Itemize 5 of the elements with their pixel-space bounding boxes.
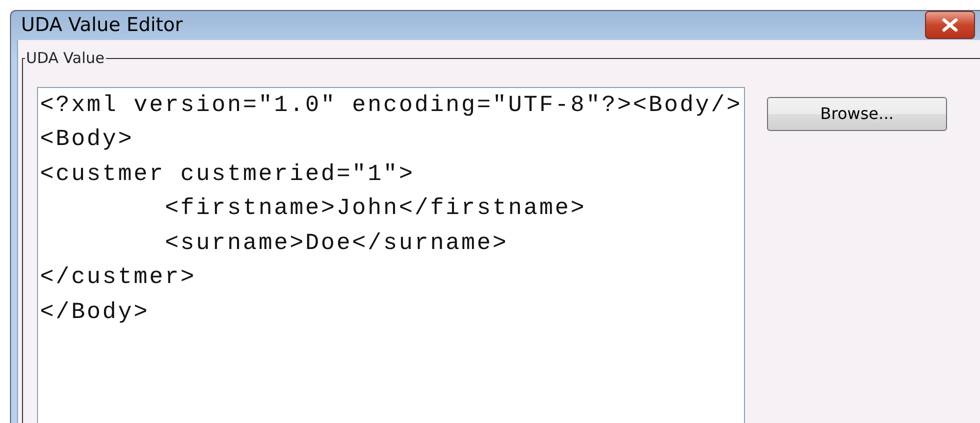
close-icon [941,18,959,32]
browse-button[interactable]: Browse... [767,96,947,130]
xml-text-area[interactable]: <?xml version="1.0" encoding="UTF-8"?><Body/> <Body> <custmer custmeried="1"> <firstname>John</firstname> <surname>Doe</surname> </custmer> </Body> [37,86,745,423]
window-title: UDA Value Editor [20,13,183,38]
close-button[interactable] [925,11,975,40]
